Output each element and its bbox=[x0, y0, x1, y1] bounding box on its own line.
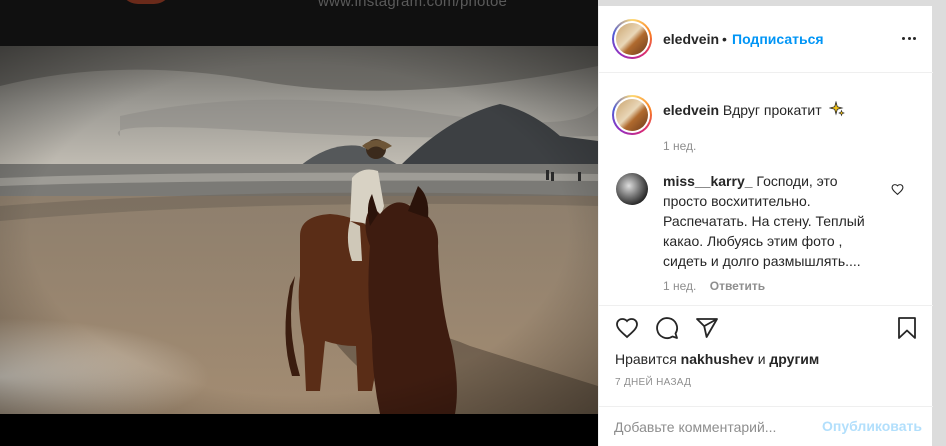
avatar-image bbox=[616, 23, 648, 55]
backdrop-bottom bbox=[0, 414, 598, 446]
post-header: eledvein • Подписаться bbox=[599, 6, 933, 73]
modal-edge-right bbox=[932, 0, 946, 446]
action-bar bbox=[599, 316, 933, 346]
save-icon[interactable] bbox=[895, 316, 919, 345]
author-username[interactable]: eledvein bbox=[663, 31, 719, 47]
likes-user[interactable]: nakhushev bbox=[681, 351, 754, 367]
reply-button[interactable]: Ответить bbox=[710, 279, 765, 293]
caption-avatar[interactable] bbox=[612, 95, 652, 135]
beach-horse-photo bbox=[0, 46, 598, 414]
post-sidebar: eledvein • Подписаться eledvein Вдруг пр… bbox=[598, 6, 933, 446]
backdrop-logo bbox=[120, 0, 172, 4]
divider bbox=[599, 305, 933, 306]
post-photo bbox=[0, 46, 598, 414]
caption-line: eledvein Вдруг прокатит bbox=[663, 100, 845, 120]
add-comment-bar: Опубликовать bbox=[599, 406, 933, 446]
comment-time: 1 нед. bbox=[663, 279, 697, 293]
caption-text: Вдруг прокатит bbox=[722, 102, 822, 118]
comment-icon[interactable] bbox=[655, 316, 679, 345]
backdrop: www.instagram.com/photoe bbox=[0, 0, 598, 46]
more-options-icon[interactable] bbox=[899, 28, 919, 48]
author-avatar[interactable] bbox=[612, 19, 652, 59]
likes-others[interactable]: другим bbox=[769, 351, 819, 367]
sparkles-icon bbox=[827, 100, 845, 120]
share-icon[interactable] bbox=[695, 316, 719, 345]
follow-button[interactable]: Подписаться bbox=[732, 31, 824, 47]
comment-input[interactable] bbox=[614, 417, 804, 437]
commenter-avatar[interactable] bbox=[616, 173, 648, 205]
publish-button[interactable]: Опубликовать bbox=[822, 418, 922, 434]
likes-conjunction: и bbox=[757, 351, 766, 367]
comment-meta: 1 нед. Ответить bbox=[663, 279, 765, 293]
separator-dot: • bbox=[722, 31, 727, 47]
comment-body: miss__karry_ Господи, это просто восхити… bbox=[663, 171, 877, 271]
likes-prefix: Нравится bbox=[615, 351, 677, 367]
post-date: 7 ДНЕЙ НАЗАД bbox=[615, 377, 692, 388]
like-icon[interactable] bbox=[615, 316, 639, 345]
likes-summary: Нравится nakhushev и другим bbox=[615, 351, 819, 367]
commenter-username[interactable]: miss__karry_ bbox=[663, 173, 753, 189]
avatar-image bbox=[616, 99, 648, 131]
caption-username[interactable]: eledvein bbox=[663, 102, 719, 118]
backdrop-url: www.instagram.com/photoe bbox=[318, 0, 508, 10]
comment-like-icon[interactable] bbox=[891, 183, 904, 201]
caption-time: 1 нед. bbox=[663, 139, 697, 153]
